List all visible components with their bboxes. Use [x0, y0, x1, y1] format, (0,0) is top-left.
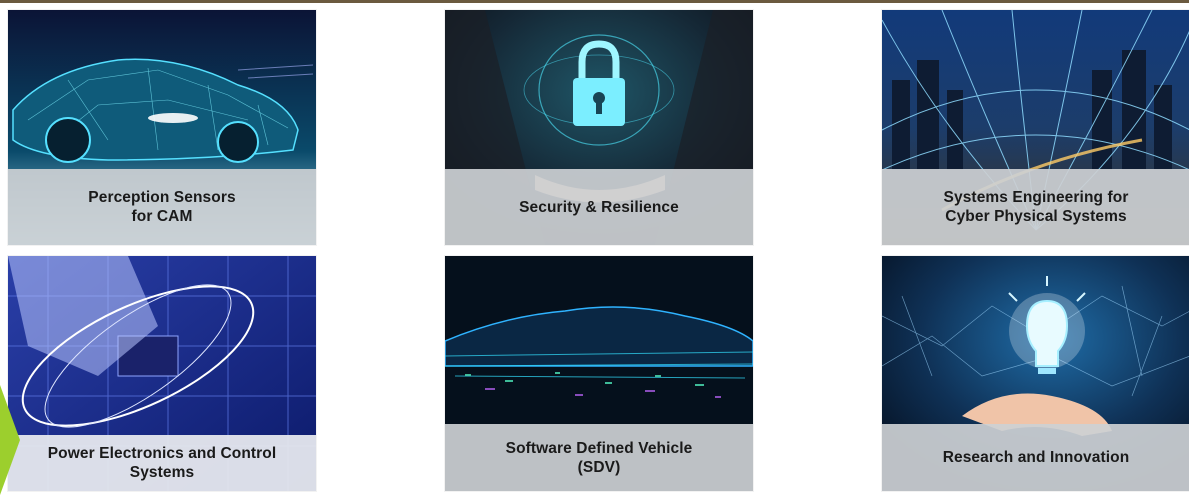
tile-label: Power Electronics and Control Systems	[47, 445, 277, 481]
top-divider-bar	[0, 0, 1189, 3]
tile-power-electronics[interactable]: Power Electronics and Control Systems	[8, 256, 316, 491]
tile-caption: Power Electronics and Control Systems	[8, 435, 316, 491]
tile-label: Systems Engineering for Cyber Physical S…	[943, 189, 1129, 225]
tile-label: Perception Sensors for CAM	[88, 189, 236, 225]
tile-systems-engineering[interactable]: Systems Engineering for Cyber Physical S…	[882, 10, 1189, 245]
tile-caption: Software Defined Vehicle (SDV)	[445, 424, 753, 491]
tile-software-defined-vehicle[interactable]: Software Defined Vehicle (SDV)	[445, 256, 753, 491]
tile-label: Software Defined Vehicle (SDV)	[505, 439, 693, 476]
tile-caption: Perception Sensors for CAM	[8, 169, 316, 245]
tile-security-resilience[interactable]: Security & Resilience	[445, 10, 753, 245]
tile-label: Security & Resilience	[519, 198, 679, 216]
tile-perception-sensors[interactable]: Perception Sensors for CAM	[8, 10, 316, 245]
accent-arrow-icon	[0, 385, 20, 495]
tile-caption: Systems Engineering for Cyber Physical S…	[882, 169, 1189, 245]
tile-caption: Research and Innovation	[882, 424, 1189, 491]
tile-label: Research and Innovation	[942, 449, 1130, 466]
tile-caption: Security & Resilience	[445, 169, 753, 245]
tile-research-innovation[interactable]: Research and Innovation	[882, 256, 1189, 491]
